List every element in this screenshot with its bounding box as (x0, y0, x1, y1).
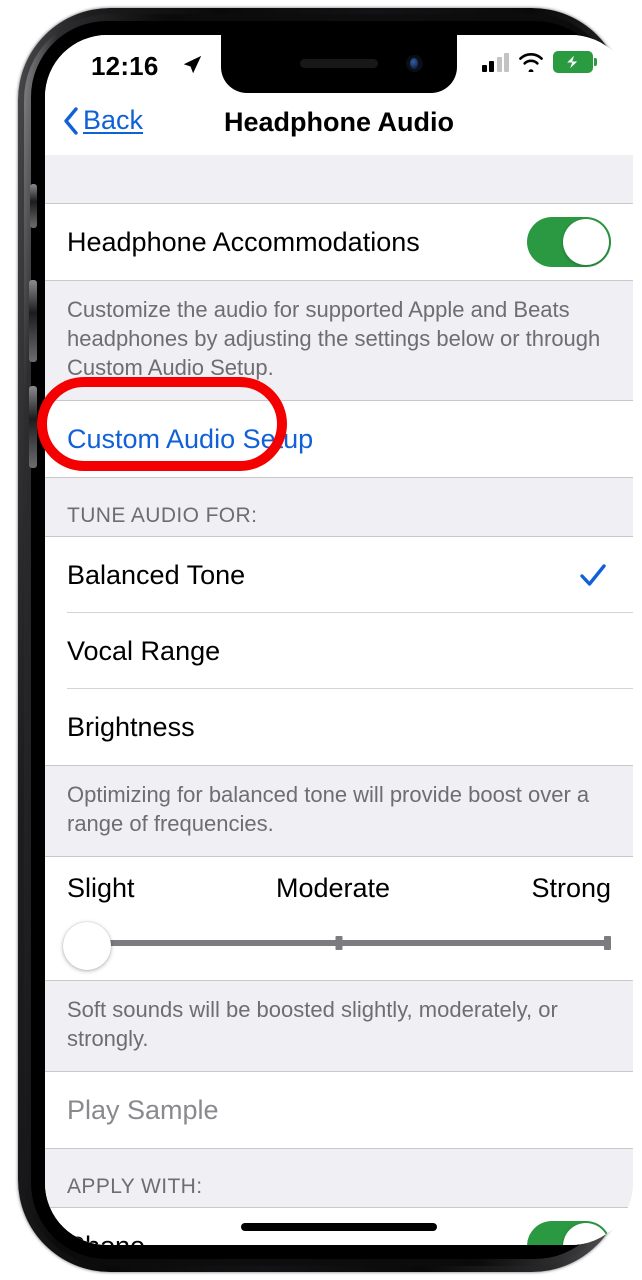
boost-strength-slider-cell[interactable]: Slight Moderate Strong (45, 857, 633, 980)
cellular-signal-icon (481, 52, 509, 72)
row-label: Phone (67, 1231, 145, 1246)
accommodations-footer: Customize the audio for supported Apple … (45, 281, 633, 400)
toggle-knob (563, 1223, 609, 1245)
footer-text: Customize the audio for supported Apple … (67, 297, 601, 380)
slider-label-strong: Strong (531, 873, 611, 903)
screenshot-stage: 12:16 Back Headphone Audio Headphone Acc… (0, 0, 642, 1280)
volume-up-button[interactable] (29, 280, 37, 362)
row-label: Custom Audio Setup (67, 423, 314, 454)
row-label: Play Sample (67, 1094, 219, 1125)
phone-screen: 12:16 Back Headphone Audio Headphone Acc… (45, 35, 633, 1245)
row-balanced-tone[interactable]: Balanced Tone (45, 537, 633, 613)
checkmark-icon (580, 564, 606, 586)
group-header-text: APPLY WITH: (67, 1175, 203, 1198)
slider-tick-moderate (335, 936, 343, 950)
row-headphone-accommodations[interactable]: Headphone Accommodations (45, 204, 633, 280)
row-label: Brightness (67, 711, 195, 742)
row-label: Headphone Accommodations (67, 226, 420, 257)
navigation-bar: Back Headphone Audio (45, 93, 633, 155)
status-bar-time: 12:16 (91, 51, 159, 81)
wifi-icon (519, 53, 543, 72)
battery-charging-icon (553, 51, 597, 73)
device-notch (221, 35, 457, 93)
slider-label-row: Slight Moderate Strong (67, 873, 611, 904)
slider-tick-strong (604, 936, 611, 950)
front-camera-icon (406, 55, 423, 72)
row-brightness[interactable]: Brightness (45, 689, 633, 765)
slider-footer: Soft sounds will be boosted slightly, mo… (45, 981, 633, 1071)
slider-label-moderate: Moderate (275, 873, 391, 903)
row-vocal-range[interactable]: Vocal Range (45, 613, 633, 689)
toggle-knob (563, 219, 609, 265)
row-play-sample[interactable]: Play Sample (45, 1072, 633, 1148)
slider-track-wrap[interactable] (63, 922, 611, 970)
tune-audio-footer: Optimizing for balanced tone will provid… (45, 766, 633, 856)
slider-thumb[interactable] (63, 922, 111, 970)
apply-with-header: APPLY WITH: (45, 1149, 633, 1207)
iphone-device-frame: 12:16 Back Headphone Audio Headphone Acc… (18, 8, 633, 1272)
headphone-accommodations-toggle[interactable] (527, 217, 611, 267)
page-title: Headphone Audio (224, 107, 454, 137)
status-bar-indicators (481, 51, 597, 73)
group-header-text: TUNE AUDIO FOR: (67, 504, 258, 527)
row-custom-audio-setup[interactable]: Custom Audio Setup (45, 401, 633, 477)
row-label: Balanced Tone (67, 559, 246, 590)
footer-text: Optimizing for balanced tone will provid… (67, 782, 590, 836)
home-indicator[interactable] (241, 1223, 437, 1231)
phone-apply-toggle[interactable] (527, 1221, 611, 1245)
row-label: Vocal Range (67, 635, 221, 666)
slider-label-slight: Slight (67, 873, 135, 903)
earpiece-speaker (300, 59, 378, 68)
location-arrow-icon (183, 55, 202, 74)
footer-text: Soft sounds will be boosted slightly, mo… (67, 997, 558, 1051)
mute-switch-button[interactable] (30, 184, 37, 228)
volume-down-button[interactable] (29, 386, 37, 468)
tune-audio-header: TUNE AUDIO FOR: (45, 478, 633, 536)
settings-list[interactable]: Headphone Accommodations Customize the a… (45, 155, 633, 1245)
list-top-spacer (45, 155, 633, 203)
